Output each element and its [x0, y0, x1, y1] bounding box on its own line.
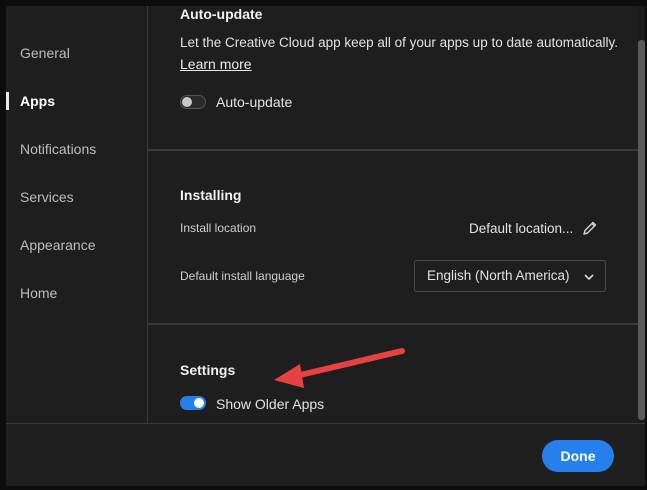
annotation-arrow: [274, 348, 405, 388]
dialog-footer: Done: [6, 423, 645, 486]
preferences-dialog: General Apps Notifications Services Appe…: [6, 6, 645, 486]
done-button[interactable]: Done: [542, 440, 614, 472]
